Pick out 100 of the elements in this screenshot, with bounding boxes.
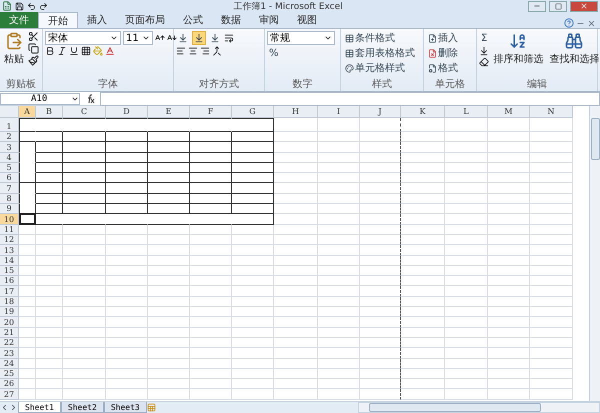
excel-logo-icon[interactable] <box>2 1 12 11</box>
autosum-button[interactable]: Σ <box>479 31 490 45</box>
paste-button[interactable]: 粘贴 <box>2 31 26 77</box>
merge-icon[interactable] <box>212 46 222 56</box>
align-right-icon[interactable] <box>200 46 210 56</box>
ribbon-tab[interactable]: 开始 <box>38 12 78 28</box>
column-header[interactable]: H <box>274 106 318 118</box>
column-header[interactable]: L <box>445 106 488 118</box>
grid-cell[interactable] <box>360 132 401 142</box>
sheet-tab[interactable]: Sheet1 <box>18 402 61 413</box>
row-header[interactable]: 15 <box>0 266 19 276</box>
grid-cell[interactable] <box>360 118 401 132</box>
grid-cell[interactable] <box>19 204 36 214</box>
grid-cell[interactable] <box>148 152 190 163</box>
grid-cell[interactable] <box>63 118 106 132</box>
font-size-field[interactable]: 11 <box>123 31 153 45</box>
row-header[interactable]: 5 <box>0 162 19 174</box>
help-icon[interactable] <box>564 18 574 28</box>
grid-cell[interactable] <box>190 162 232 174</box>
grid-cell[interactable] <box>19 183 36 194</box>
grid-cell[interactable] <box>190 173 232 184</box>
grid-cell[interactable] <box>148 132 190 142</box>
grid-cell[interactable] <box>360 224 401 235</box>
cells-menu-button[interactable]: 格式 <box>426 61 460 75</box>
scrollbar-thumb[interactable] <box>369 403 541 412</box>
grid-cell[interactable] <box>232 173 274 184</box>
vertical-scrollbar[interactable] <box>589 106 600 401</box>
underline-icon[interactable] <box>69 46 79 56</box>
grid-cell[interactable] <box>190 118 232 132</box>
eraser-icon[interactable] <box>479 57 489 67</box>
grow-font-icon[interactable] <box>155 33 165 43</box>
row-header[interactable]: 14 <box>0 256 19 266</box>
grid-cell[interactable] <box>190 132 232 142</box>
row-header[interactable]: 25 <box>0 368 19 380</box>
styles-menu-button[interactable]: 条件格式 <box>343 31 417 45</box>
close-button[interactable] <box>570 0 598 12</box>
editing-button[interactable]: 排序和筛选 <box>491 31 546 77</box>
grid-cell[interactable] <box>19 142 36 153</box>
row-header[interactable]: 9 <box>0 204 19 214</box>
sheet-tab[interactable]: Sheet2 <box>60 402 104 413</box>
italic-icon[interactable] <box>57 46 67 56</box>
scissors-icon[interactable] <box>28 31 39 42</box>
grid-cell[interactable] <box>106 183 148 194</box>
grid-cell[interactable] <box>36 132 63 142</box>
editing-button[interactable]: 查找和选择 <box>547 31 600 77</box>
grid-cell[interactable] <box>106 173 148 184</box>
grid-cell[interactable] <box>360 317 401 328</box>
grid-cell[interactable] <box>36 204 63 214</box>
new-sheet-icon[interactable] <box>146 403 156 412</box>
column-header[interactable]: A <box>19 106 36 118</box>
name-box[interactable]: A10 <box>0 92 80 104</box>
row-header[interactable]: 18 <box>0 296 19 308</box>
grid-cell[interactable] <box>36 142 63 153</box>
grid-cell[interactable] <box>360 245 401 256</box>
grid-cell[interactable] <box>360 338 401 348</box>
grid-cell[interactable] <box>106 204 148 214</box>
row-header[interactable]: 1 <box>0 118 19 132</box>
styles-menu-button[interactable]: 套用表格格式 <box>343 46 417 60</box>
column-header[interactable]: J <box>360 106 401 118</box>
dropdown-caret-icon[interactable] <box>324 34 332 42</box>
column-header[interactable]: E <box>148 106 190 118</box>
grid-cell[interactable] <box>106 132 148 142</box>
font-color-icon[interactable] <box>105 46 115 56</box>
grid-cell[interactable] <box>360 204 401 214</box>
next-sheet-icon[interactable] <box>9 403 18 412</box>
grid-cell[interactable] <box>360 307 401 318</box>
sheet-tab[interactable]: Sheet3 <box>104 402 147 413</box>
grid-cell[interactable] <box>360 286 401 297</box>
redo-icon[interactable] <box>39 2 48 10</box>
grid-cell[interactable] <box>232 204 274 214</box>
row-header[interactable]: 12 <box>0 234 19 246</box>
ribbon-tab[interactable]: 视图 <box>288 12 326 28</box>
shrink-font-icon[interactable] <box>167 33 177 43</box>
dropdown-caret-icon[interactable] <box>110 34 118 42</box>
number-format-field[interactable]: 常规 <box>267 31 335 45</box>
grid-cell[interactable] <box>63 204 106 214</box>
column-header[interactable]: F <box>190 106 232 118</box>
row-header[interactable]: 2 <box>0 132 19 142</box>
bold-icon[interactable] <box>45 46 55 56</box>
grid-cell[interactable] <box>360 276 401 286</box>
align-left-icon[interactable] <box>176 46 186 56</box>
grid-cell[interactable] <box>63 152 106 163</box>
align-center-icon[interactable] <box>188 46 198 56</box>
column-header[interactable]: D <box>106 106 148 118</box>
grid-cell[interactable] <box>148 194 190 204</box>
grid-cell[interactable] <box>360 328 401 338</box>
horizontal-scrollbar[interactable] <box>358 402 600 413</box>
grid-cell[interactable] <box>232 152 274 163</box>
grid-cell[interactable] <box>148 162 190 174</box>
grid-cell[interactable] <box>190 142 232 153</box>
ribbon-tab[interactable]: 公式 <box>174 12 212 28</box>
grid-cell[interactable] <box>190 194 232 204</box>
grid-cell[interactable] <box>19 152 36 163</box>
row-header[interactable]: 6 <box>0 173 19 184</box>
grid-cell[interactable] <box>360 358 401 369</box>
font-name-field[interactable]: 宋体 <box>45 31 121 45</box>
copy-icon[interactable] <box>28 43 39 54</box>
grid-cell[interactable] <box>63 132 106 142</box>
grid-cell[interactable] <box>360 266 401 276</box>
column-header[interactable]: K <box>401 106 445 118</box>
